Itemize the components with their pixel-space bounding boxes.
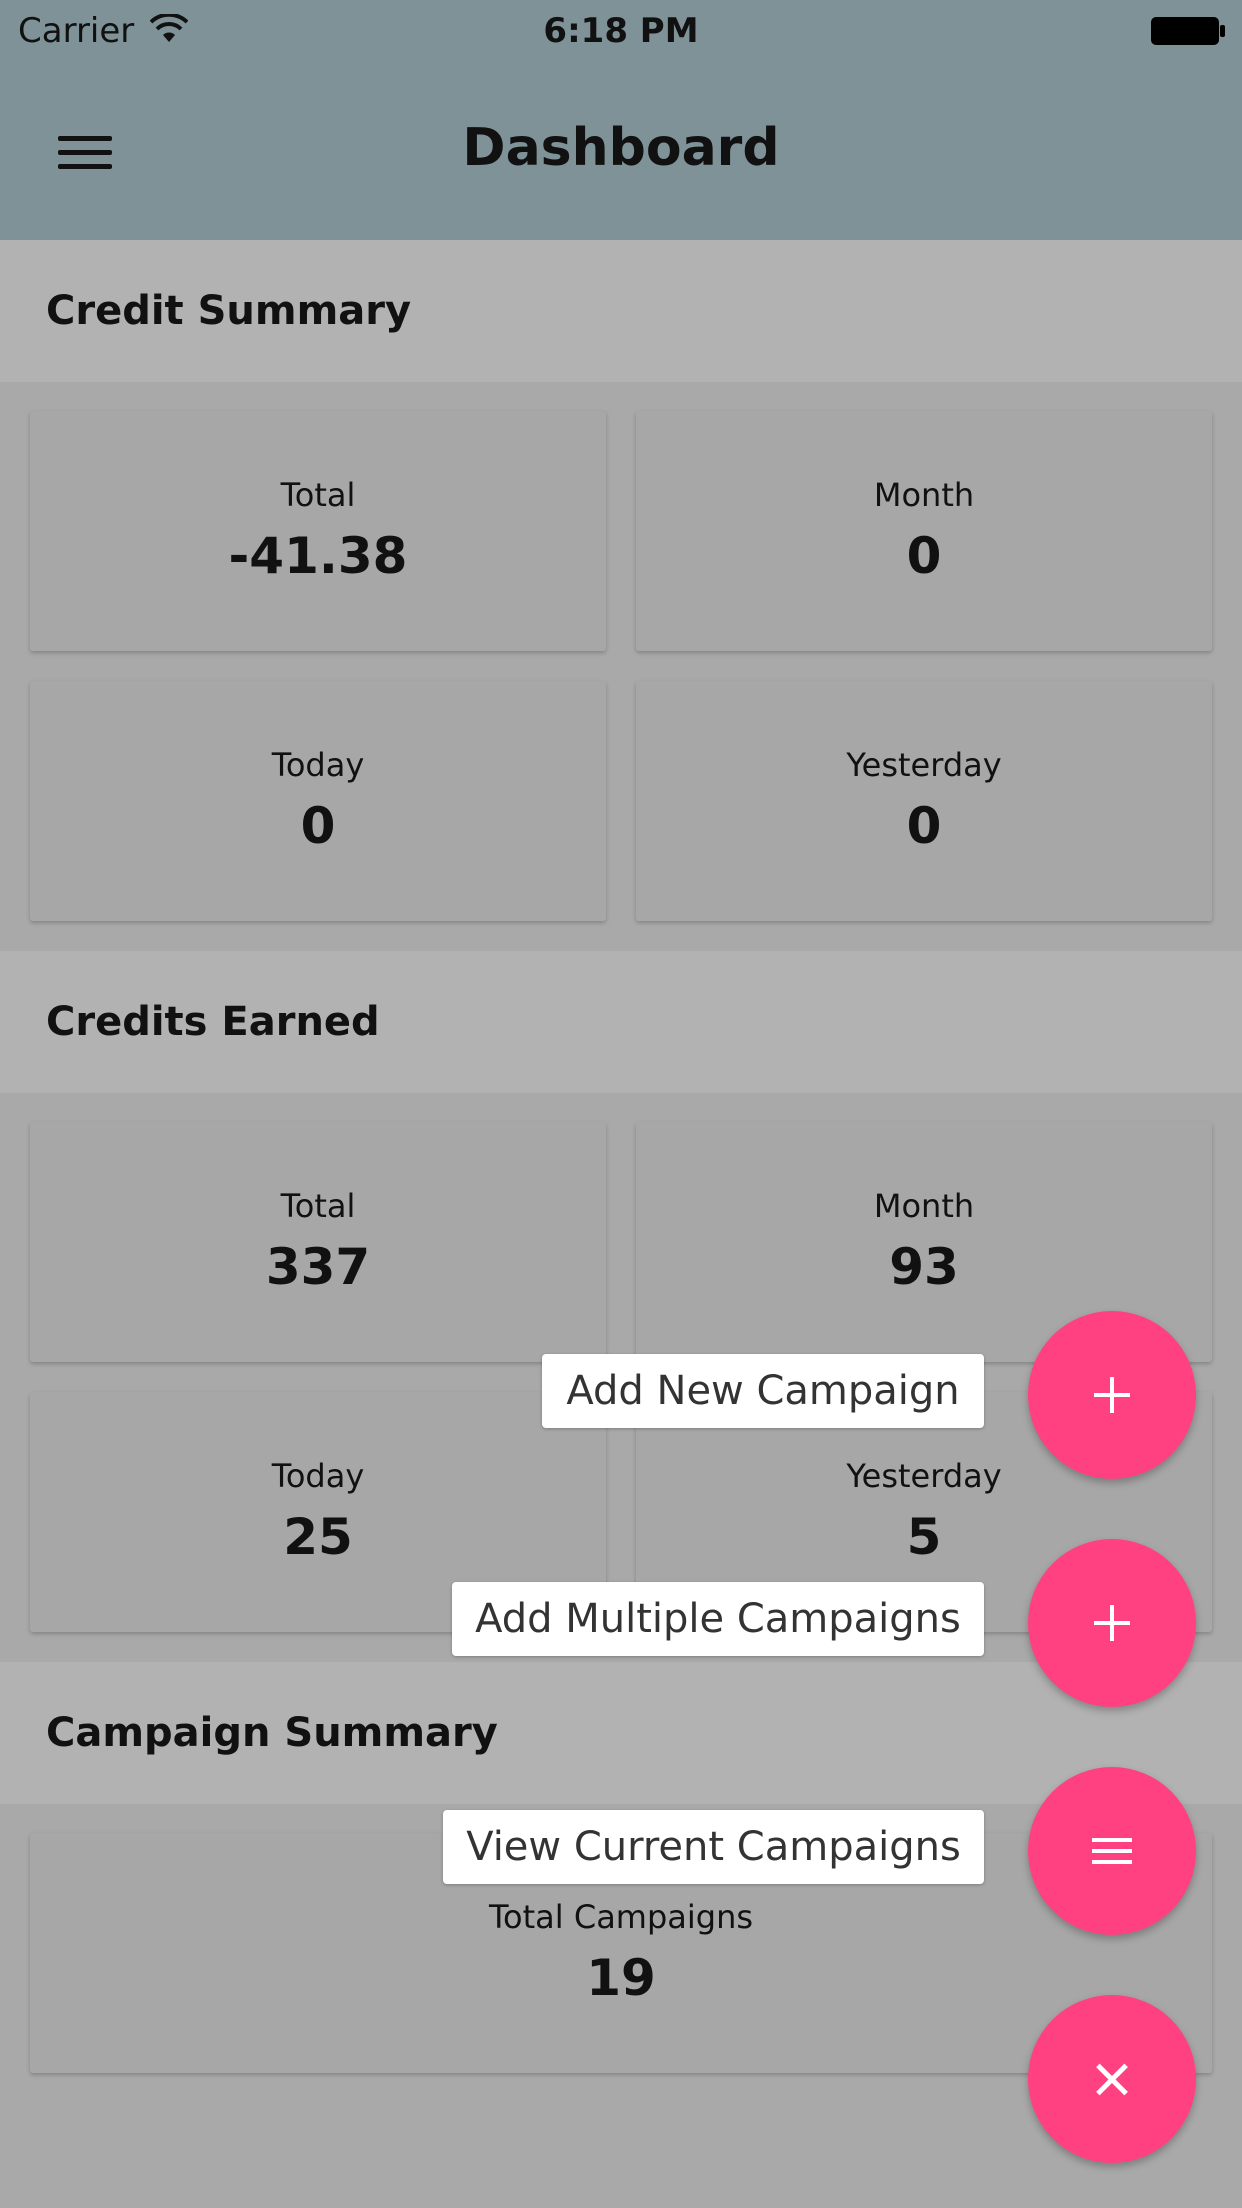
earned-total-card: Total 337 [30, 1122, 606, 1362]
status-bar: Carrier 6:18 PM [0, 0, 1242, 62]
credit-summary-header: Credit Summary [0, 240, 1242, 382]
card-value: 337 [265, 1238, 371, 1296]
add-new-campaign-button[interactable] [1028, 1311, 1196, 1479]
credit-yesterday-card: Yesterday 0 [636, 681, 1212, 921]
credit-month-card: Month 0 [636, 411, 1212, 651]
card-label: Total [280, 1187, 356, 1225]
card-value: 0 [300, 797, 336, 855]
card-value: 0 [906, 797, 942, 855]
credit-today-card: Today 0 [30, 681, 606, 921]
card-label: Yesterday [846, 746, 1002, 784]
section-title-credits-earned: Credits Earned [46, 999, 380, 1045]
list-icon [1092, 1838, 1132, 1842]
credit-total-card: Total -41.38 [30, 411, 606, 651]
card-label: Month [873, 476, 975, 514]
card-label: Total Campaigns [488, 1898, 754, 1936]
view-current-campaigns-label[interactable]: View Current Campaigns [443, 1810, 984, 1884]
card-label: Today [271, 1457, 365, 1495]
card-value: -41.38 [228, 527, 408, 585]
card-label: Month [873, 1187, 975, 1225]
add-multiple-campaigns-button[interactable] [1028, 1539, 1196, 1707]
add-multiple-campaigns-label[interactable]: Add Multiple Campaigns [452, 1582, 984, 1656]
section-title-campaign-summary: Campaign Summary [46, 1710, 498, 1756]
close-fab-menu-button[interactable] [1028, 1995, 1196, 2163]
app-header: Dashboard [0, 62, 1242, 240]
add-new-campaign-label[interactable]: Add New Campaign [542, 1354, 984, 1428]
battery-icon [1151, 17, 1225, 45]
card-value: 19 [586, 1949, 656, 2007]
card-value: 93 [889, 1238, 959, 1296]
card-label: Total [280, 476, 356, 514]
section-title-credit-summary: Credit Summary [46, 288, 412, 334]
card-value: 25 [283, 1508, 353, 1566]
card-label: Today [271, 746, 365, 784]
clock-label: 6:18 PM [543, 11, 699, 51]
page-title: Dashboard [462, 118, 780, 178]
card-value: 0 [906, 527, 942, 585]
view-current-campaigns-button[interactable] [1028, 1767, 1196, 1935]
credits-earned-header: Credits Earned [0, 951, 1242, 1093]
